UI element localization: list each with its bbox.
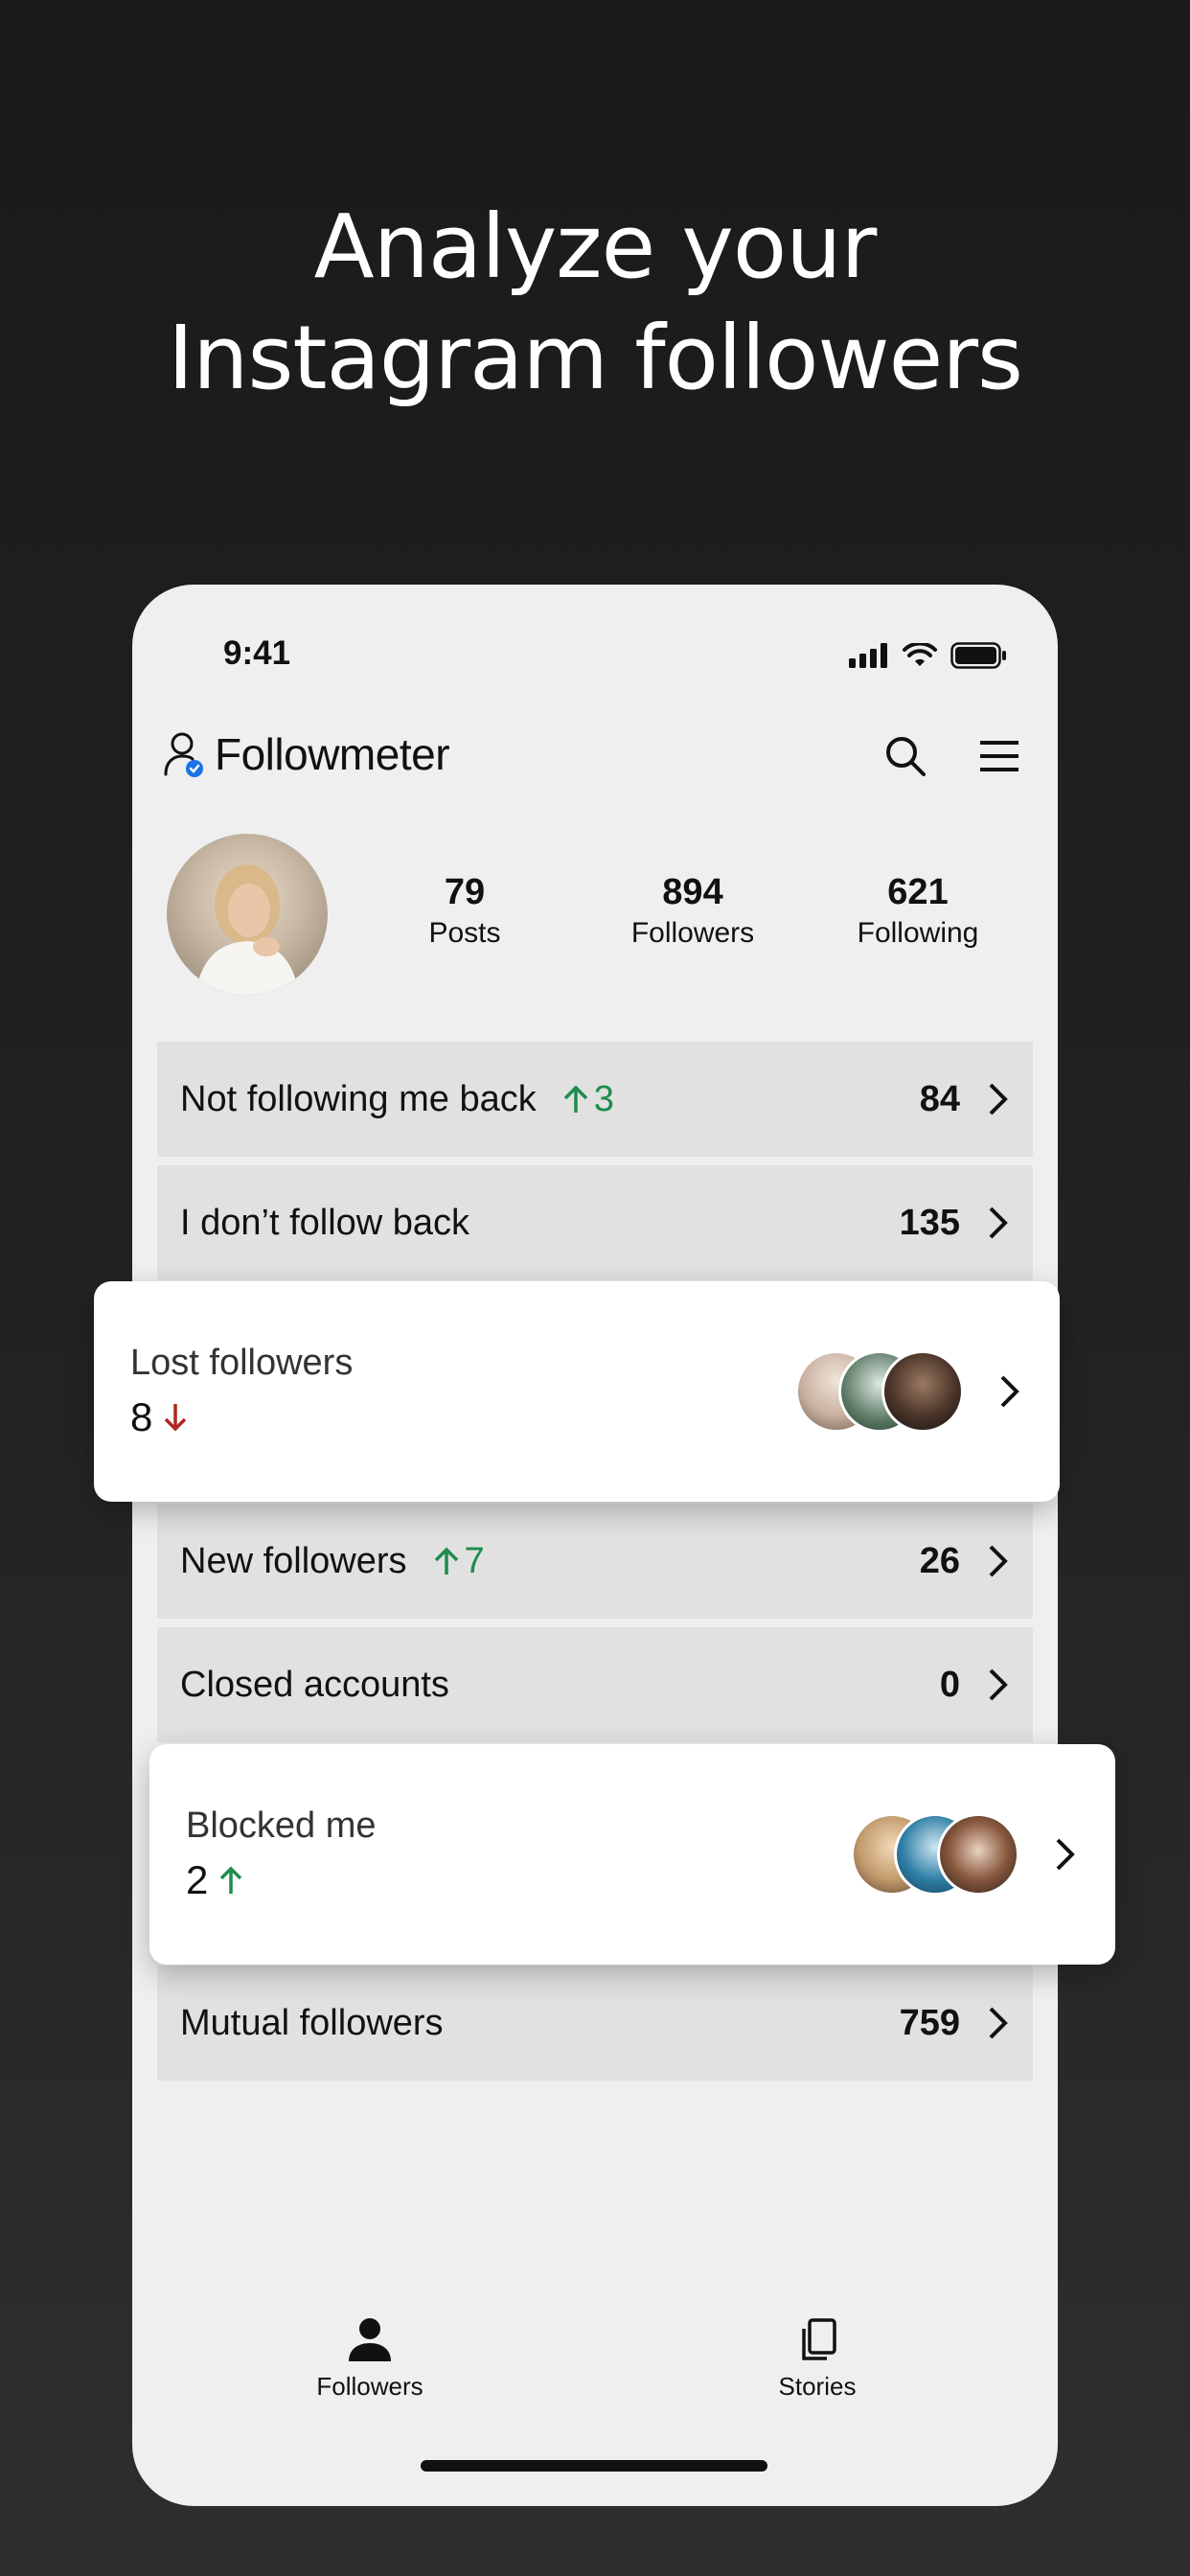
- brand: Followmeter: [163, 728, 450, 780]
- stat-label: Following: [857, 917, 979, 949]
- row-delta: 3: [561, 1079, 614, 1120]
- stat-label: Followers: [630, 917, 755, 949]
- row-title: Closed accounts: [180, 1664, 449, 1705]
- chevron-right-icon: [989, 1083, 1008, 1116]
- row-closed-accounts[interactable]: Closed accounts 0: [157, 1627, 1033, 1742]
- row-count: 759: [899, 2002, 960, 2043]
- arrow-up-icon: [220, 1866, 242, 1894]
- lost-followers-avatars: [795, 1350, 964, 1433]
- blocked-me-avatars: [851, 1813, 1019, 1896]
- chevron-right-icon: [989, 1668, 1008, 1701]
- arrow-down-icon: [165, 1404, 187, 1432]
- status-time: 9:41: [223, 634, 291, 672]
- chevron-right-icon: [989, 1207, 1008, 1239]
- tab-label: Followers: [316, 2372, 423, 2401]
- stat-value: 894: [662, 872, 723, 912]
- card-value-group: 8: [130, 1394, 189, 1440]
- signal-icon: [849, 643, 887, 668]
- arrow-up-icon: [434, 1547, 458, 1575]
- card-lost-followers[interactable]: Lost followers 8: [94, 1281, 1060, 1502]
- marketing-headline: Analyze your Instagram followers: [0, 192, 1190, 414]
- stat-value: 621: [887, 872, 949, 912]
- card-value-group: 2: [186, 1857, 244, 1903]
- tab-stories[interactable]: Stories: [731, 2317, 904, 2402]
- row-title: Mutual followers: [180, 2002, 444, 2043]
- stories-icon: [802, 2318, 836, 2360]
- menu-icon[interactable]: [977, 734, 1021, 778]
- battery-icon: [950, 642, 1006, 669]
- headline-line-1: Analyze your: [313, 196, 878, 298]
- row-title: Not following me back: [180, 1078, 537, 1119]
- followmeter-logo-icon: [164, 732, 203, 777]
- row-count: 135: [899, 1202, 960, 1243]
- row-mutual-followers[interactable]: Mutual followers 759: [157, 1966, 1033, 2081]
- card-value: 8: [130, 1394, 153, 1439]
- arrow-up-icon: [563, 1085, 587, 1113]
- avatar-photo: [195, 864, 299, 995]
- stat-label: Posts: [428, 917, 501, 949]
- row-delta: 7: [432, 1541, 485, 1582]
- chevron-right-icon: [1000, 1375, 1019, 1408]
- profile-avatar[interactable]: [167, 834, 328, 995]
- row-count: 0: [939, 1664, 960, 1705]
- row-title: I don’t follow back: [180, 1202, 470, 1243]
- home-indicator: [421, 2460, 767, 2472]
- chevron-right-icon: [989, 2007, 1008, 2039]
- row-not-following-me-back[interactable]: Not following me back 3 84: [157, 1042, 1033, 1157]
- phone-screen: 9:41 Followmeter 79 Posts 894 Followers …: [132, 585, 1058, 2506]
- avatar: [881, 1350, 964, 1433]
- avatar: [937, 1813, 1019, 1896]
- row-title: New followers: [180, 1540, 407, 1581]
- row-count: 84: [919, 1078, 960, 1119]
- card-title: Lost followers: [130, 1343, 354, 1383]
- status-icons: [849, 642, 1008, 669]
- tab-followers[interactable]: Followers: [284, 2317, 456, 2402]
- person-icon: [349, 2318, 391, 2361]
- chevron-right-icon: [989, 1545, 1008, 1577]
- row-count: 26: [919, 1540, 960, 1581]
- wifi-icon: [903, 643, 937, 666]
- card-value: 2: [186, 1857, 209, 1902]
- card-title: Blocked me: [186, 1806, 377, 1846]
- stat-value: 79: [444, 872, 486, 912]
- row-delta-value: 3: [593, 1078, 614, 1119]
- row-new-followers[interactable]: New followers 7 26: [157, 1504, 1033, 1619]
- card-blocked-me[interactable]: Blocked me 2: [149, 1744, 1115, 1965]
- row-i-dont-follow-back[interactable]: I don’t follow back 135: [157, 1165, 1033, 1280]
- stat-posts[interactable]: 79 Posts: [369, 872, 561, 950]
- headline-line-2: Instagram followers: [168, 307, 1023, 409]
- chevron-right-icon: [1056, 1838, 1075, 1871]
- search-icon[interactable]: [883, 734, 927, 778]
- app-bar-actions: [883, 734, 1021, 778]
- app-name: Followmeter: [215, 729, 450, 779]
- stat-following[interactable]: 621 Following: [822, 872, 1014, 950]
- stat-followers[interactable]: 894 Followers: [597, 872, 789, 950]
- tab-label: Stories: [778, 2372, 857, 2401]
- row-delta-value: 7: [464, 1540, 485, 1581]
- app-bar: Followmeter: [163, 728, 1027, 795]
